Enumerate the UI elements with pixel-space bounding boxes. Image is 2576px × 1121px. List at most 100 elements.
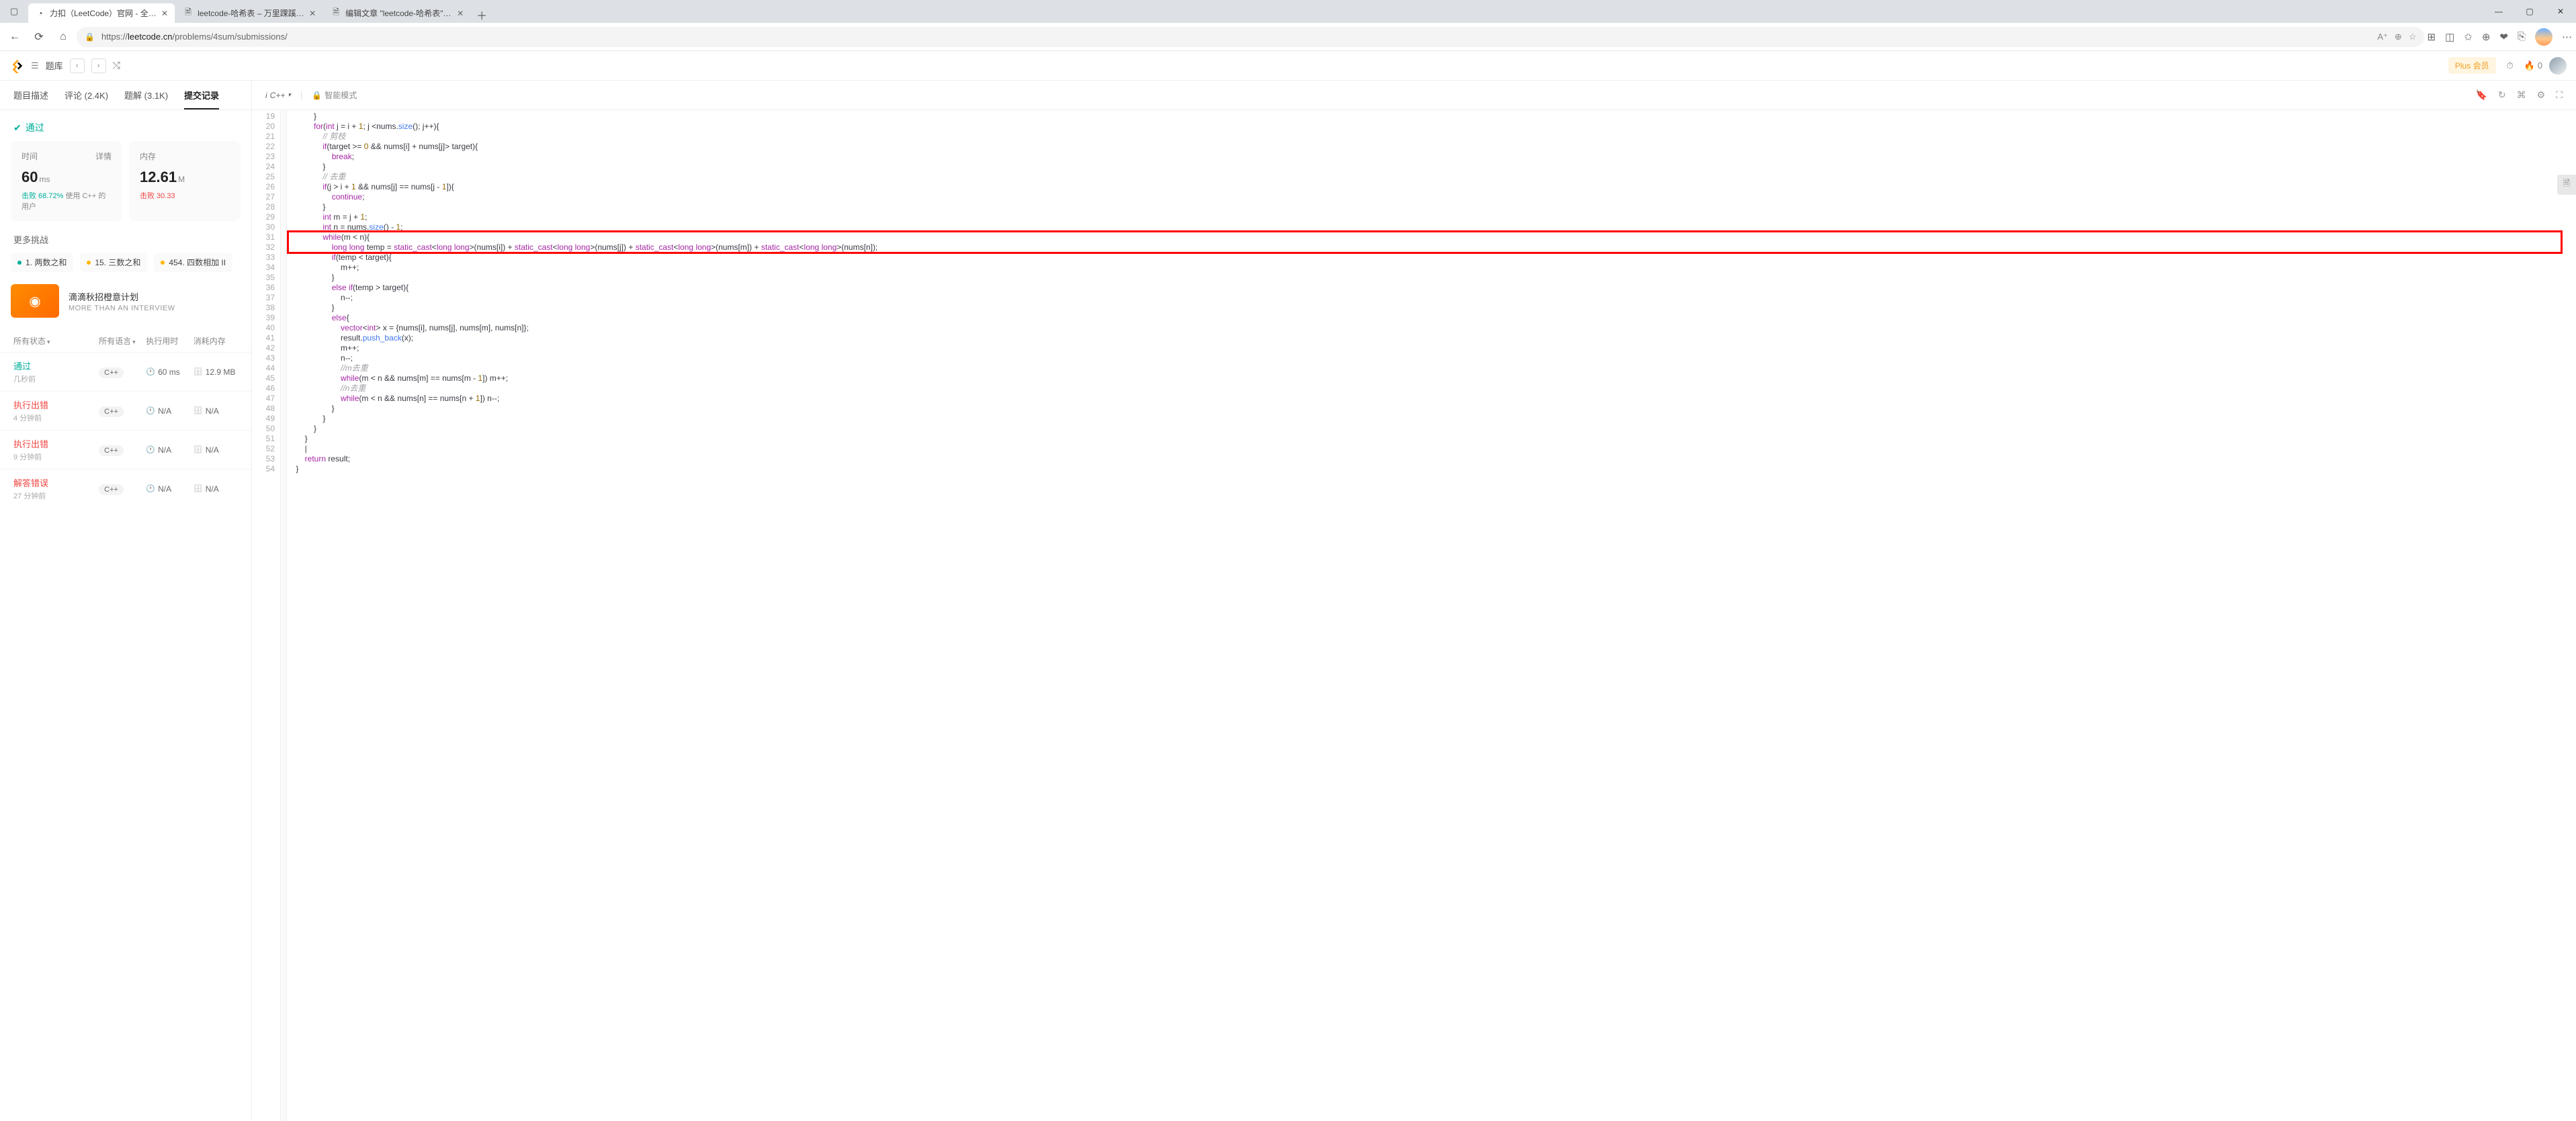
challenge-chip[interactable]: 454. 四数相加 II bbox=[154, 253, 232, 272]
fullscreen-icon[interactable]: ⛶ bbox=[2556, 89, 2563, 101]
code-line[interactable]: return result; bbox=[287, 454, 2576, 464]
reload-button[interactable]: ⟳ bbox=[28, 26, 50, 48]
code-line[interactable]: } bbox=[287, 303, 2576, 313]
performance-icon[interactable]: ❤ bbox=[2499, 31, 2508, 43]
next-problem-button[interactable]: › bbox=[91, 58, 106, 73]
tab-submissions[interactable]: 提交记录 bbox=[184, 81, 219, 109]
streak[interactable]: 🔥0 bbox=[2524, 60, 2542, 71]
submission-row[interactable]: 执行出错 4 分钟前 C++ 🕐N/A 🗄N/A bbox=[0, 391, 251, 430]
timer-icon[interactable]: ⏱ bbox=[2503, 60, 2518, 71]
browser-tab-0[interactable]: ◔ 力扣（LeetCode）官网 - 全球极 ✕ bbox=[28, 3, 175, 23]
code-line[interactable]: } bbox=[287, 162, 2576, 172]
code-line[interactable]: } bbox=[287, 414, 2576, 424]
code-line[interactable]: if(target >= 0 && nums[i] + nums[j]> tar… bbox=[287, 142, 2576, 152]
code-line[interactable]: int m = j + 1; bbox=[287, 212, 2576, 222]
tab-description[interactable]: 题目描述 bbox=[13, 81, 48, 109]
clock-icon: 🕐 bbox=[146, 484, 155, 493]
code-line[interactable]: // 去重 bbox=[287, 172, 2576, 182]
plus-badge[interactable]: Plus 会员 bbox=[2448, 57, 2496, 74]
lang-pill: C++ bbox=[99, 445, 124, 456]
code-line[interactable]: //m去重 bbox=[287, 363, 2576, 373]
tab-actions-icon[interactable]: ▢ bbox=[0, 0, 28, 23]
minimize-button[interactable]: — bbox=[2483, 0, 2514, 23]
user-avatar[interactable] bbox=[2549, 57, 2567, 75]
code-line[interactable]: } bbox=[287, 434, 2576, 444]
maximize-button[interactable]: ▢ bbox=[2514, 0, 2545, 23]
split-icon[interactable]: ◫ bbox=[2445, 31, 2454, 43]
browser-tab-1[interactable]: 🗎 leetcode-哈希表 – 万里踝蹊，以 ✕ bbox=[176, 3, 323, 23]
shortcut-icon[interactable]: ⌘ bbox=[2517, 89, 2526, 101]
favorite-icon[interactable]: ☆ bbox=[2409, 32, 2417, 42]
submission-row[interactable]: 通过 几秒前 C++ 🕐60 ms 🗄12.9 MB bbox=[0, 352, 251, 391]
code-line[interactable]: for(int j = i + 1; j <nums.size(); j++){ bbox=[287, 122, 2576, 132]
prev-problem-button[interactable]: ‹ bbox=[70, 58, 85, 73]
close-icon[interactable]: ✕ bbox=[457, 9, 464, 18]
favorites-icon[interactable]: ✩ bbox=[2464, 31, 2473, 43]
more-icon[interactable]: ⋯ bbox=[2562, 31, 2572, 43]
code-line[interactable]: continue; bbox=[287, 192, 2576, 202]
code-line[interactable]: break; bbox=[287, 152, 2576, 162]
code-line[interactable]: } bbox=[287, 111, 2576, 122]
address-box[interactable]: 🔒 https://leetcode.cn/problems/4sum/subm… bbox=[77, 27, 2424, 47]
code-line[interactable]: if(j > i + 1 && nums[j] == nums[j - 1]){ bbox=[287, 182, 2576, 192]
code-line[interactable]: } bbox=[287, 464, 2576, 474]
code-line[interactable]: n--; bbox=[287, 353, 2576, 363]
code-line[interactable]: n--; bbox=[287, 293, 2576, 303]
code-line[interactable]: | bbox=[287, 444, 2576, 454]
code-editor[interactable]: 1920212223242526272829303132333435363738… bbox=[252, 110, 2576, 1121]
code-line[interactable]: // 剪枝 bbox=[287, 132, 2576, 142]
smart-mode[interactable]: 🔒智能模式 bbox=[312, 89, 357, 101]
reset-icon[interactable]: ↻ bbox=[2498, 89, 2506, 101]
col-lang[interactable]: 所有语言▾ bbox=[99, 335, 143, 347]
profile-avatar[interactable] bbox=[2535, 28, 2552, 46]
downloads-icon[interactable]: ⎘ bbox=[2518, 31, 2526, 42]
language-select[interactable]: i C++ ▾ bbox=[265, 91, 291, 100]
code-line[interactable]: vector<int> x = {nums[i], nums[j], nums[… bbox=[287, 323, 2576, 333]
code-line[interactable]: result.push_back(x); bbox=[287, 333, 2576, 343]
code-line[interactable]: else{ bbox=[287, 313, 2576, 323]
read-aloud-icon[interactable]: A⁺ bbox=[2377, 32, 2388, 42]
extensions-icon[interactable]: ⊞ bbox=[2427, 31, 2436, 43]
side-panel-toggle[interactable]: 🗎 bbox=[2557, 175, 2576, 195]
code-line[interactable]: while(m < n && nums[n] == nums[n + 1]) n… bbox=[287, 394, 2576, 404]
code-line[interactable]: while(m < n){ bbox=[287, 232, 2576, 242]
code-line[interactable]: } bbox=[287, 404, 2576, 414]
runtime-card[interactable]: 时间详情 60ms 击败 68.72% 使用 C++ 的用户 bbox=[11, 141, 122, 221]
tab-solutions[interactable]: 题解 (3.1K) bbox=[124, 81, 168, 109]
tab-comments[interactable]: 评论 (2.4K) bbox=[65, 81, 108, 109]
leetcode-logo[interactable] bbox=[9, 58, 24, 73]
collections-icon[interactable]: ⊕ bbox=[2482, 31, 2491, 43]
challenge-chip[interactable]: 1. 两数之和 bbox=[11, 253, 73, 272]
interview-card[interactable]: ◉ 滴滴秋招橙意计划 MORE THAN AN INTERVIEW bbox=[11, 284, 241, 318]
code-line[interactable]: } bbox=[287, 202, 2576, 212]
code-line[interactable]: //n去重 bbox=[287, 384, 2576, 394]
browser-tab-2[interactable]: 🗎 编辑文章 "leetcode-哈希表" ‹ 万… ✕ bbox=[324, 3, 470, 23]
submission-row[interactable]: 执行出错 9 分钟前 C++ 🕐N/A 🗄N/A bbox=[0, 430, 251, 469]
code-line[interactable]: } bbox=[287, 424, 2576, 434]
home-button[interactable]: ⌂ bbox=[52, 26, 74, 48]
bookmark-icon[interactable]: 🔖 bbox=[2475, 89, 2487, 101]
code-line[interactable]: long long temp = static_cast<long long>(… bbox=[287, 242, 2576, 253]
zoom-icon[interactable]: ⊕ bbox=[2395, 32, 2402, 42]
code-line[interactable]: m++; bbox=[287, 263, 2576, 273]
back-button[interactable]: ← bbox=[4, 26, 26, 48]
new-tab-button[interactable]: ＋ bbox=[472, 7, 492, 23]
close-icon[interactable]: ✕ bbox=[309, 9, 316, 18]
code-line[interactable]: else if(temp > target){ bbox=[287, 283, 2576, 293]
problem-set-link[interactable]: 题库 bbox=[46, 59, 63, 72]
shuffle-icon[interactable]: ⤭ bbox=[113, 60, 120, 71]
code-line[interactable]: if(temp < target){ bbox=[287, 253, 2576, 263]
code-line[interactable]: m++; bbox=[287, 343, 2576, 353]
settings-icon[interactable]: ⚙ bbox=[2537, 89, 2546, 101]
code-line[interactable]: } bbox=[287, 273, 2576, 283]
code-line[interactable]: int n = nums.size() - 1; bbox=[287, 222, 2576, 232]
challenge-chip[interactable]: 15. 三数之和 bbox=[80, 253, 147, 272]
close-window-button[interactable]: ✕ bbox=[2545, 0, 2576, 23]
close-icon[interactable]: ✕ bbox=[161, 9, 168, 18]
code-line[interactable]: while(m < n && nums[m] == nums[m - 1]) m… bbox=[287, 373, 2576, 384]
submission-row[interactable]: 解答错误 27 分钟前 C++ 🕐N/A 🗄N/A bbox=[0, 469, 251, 508]
list-icon[interactable]: ☰ bbox=[31, 60, 39, 71]
submission-time: 9 分钟前 bbox=[13, 451, 96, 462]
col-status[interactable]: 所有状态▾ bbox=[13, 335, 96, 347]
memory-card[interactable]: 内存 12.61M 击败 30.33 bbox=[129, 141, 241, 221]
